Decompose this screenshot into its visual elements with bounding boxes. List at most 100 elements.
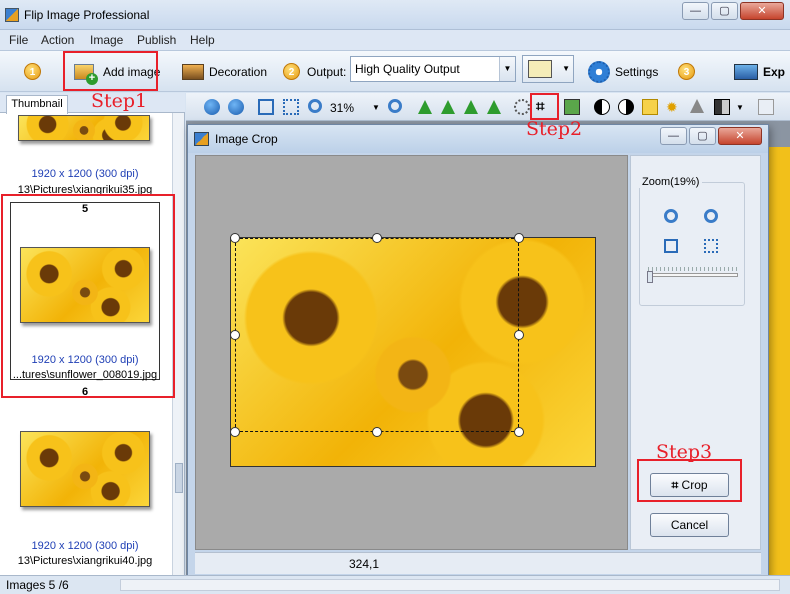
menu-publish[interactable]: Publish — [137, 33, 176, 47]
thumbnail-info: 1920 x 1200 (300 dpi) — [31, 540, 139, 552]
workspace-image-edge — [769, 147, 790, 575]
brightness-icon[interactable] — [642, 99, 658, 115]
zoom-out-icon[interactable] — [704, 209, 718, 223]
window-title: Flip Image Professional — [24, 8, 150, 22]
step1-label: Step1 — [91, 90, 148, 112]
gamma-icon[interactable] — [690, 99, 704, 113]
zoom-value[interactable]: 31% — [330, 101, 354, 115]
decoration-icon — [182, 64, 204, 80]
fit-window-icon[interactable] — [258, 99, 274, 115]
horizontal-scrollbar[interactable] — [120, 579, 780, 591]
thumbnail-image-4[interactable] — [18, 115, 150, 141]
crop-handle-left[interactable] — [230, 330, 240, 340]
menu-action[interactable]: Action — [41, 33, 74, 47]
decoration-label: Decoration — [209, 65, 268, 79]
menu-help[interactable]: Help — [190, 33, 215, 47]
thumbnail-info: 1920 x 1200 (300 dpi) — [31, 168, 139, 180]
chevron-down-icon: ▼ — [562, 64, 570, 73]
settings-label: Settings — [615, 65, 659, 79]
dialog-close-button[interactable]: ✕ — [718, 127, 762, 145]
zoom-slider-ticks — [648, 267, 738, 271]
maximize-button[interactable]: ▢ — [711, 2, 738, 20]
export-label: Exp — [763, 65, 786, 79]
chevron-down-icon: ▼ — [499, 57, 515, 81]
resize-icon[interactable] — [564, 99, 580, 115]
chevron-down-icon[interactable]: ▼ — [736, 103, 752, 119]
step-badge-3: 3 — [678, 63, 695, 80]
title-bar: Flip Image Professional — ▢ ✕ — [0, 0, 790, 30]
gear-icon — [588, 61, 610, 83]
actual-size-icon[interactable] — [704, 239, 718, 253]
crop-handle-top[interactable] — [372, 233, 382, 243]
first-image-icon[interactable] — [204, 99, 220, 115]
output-select[interactable]: High Quality Output ▼ — [350, 56, 516, 82]
thumbnail-image-6[interactable] — [20, 431, 150, 507]
mirror-down-icon[interactable] — [487, 100, 501, 114]
cursor-coordinates: 324,1 — [349, 557, 380, 571]
thumbnail-path: 13\Pictures\xiangrikui40.jpg — [17, 555, 153, 567]
last-image-icon[interactable] — [228, 99, 244, 115]
crop-handle-bottom-right[interactable] — [514, 427, 524, 437]
tab-thumbnail[interactable]: Thumbnail — [6, 95, 68, 114]
output-label: Output: — [307, 65, 347, 79]
zoom-out-icon[interactable] — [388, 99, 402, 113]
zoom-label: Zoom(19%) — [639, 176, 703, 188]
step1-highlight — [63, 51, 158, 91]
background-color-picker[interactable]: ▼ — [522, 55, 574, 83]
crop-handle-top-left[interactable] — [230, 233, 240, 243]
cancel-button[interactable]: Cancel — [650, 513, 729, 537]
step3-highlight — [637, 459, 742, 502]
zoom-in-icon[interactable] — [664, 209, 678, 223]
menu-file[interactable]: File — [9, 33, 28, 47]
close-button[interactable]: ✕ — [740, 2, 784, 20]
crop-selection-rect[interactable] — [235, 238, 519, 432]
settings-button[interactable]: Settings — [588, 60, 658, 84]
output-select-value: High Quality Output — [355, 62, 460, 76]
contrast-icon[interactable] — [594, 99, 610, 115]
sharpen-icon[interactable]: ✹ — [666, 99, 682, 115]
actual-size-icon[interactable] — [283, 99, 299, 115]
rotate-icon[interactable] — [514, 99, 530, 115]
crop-handle-top-right[interactable] — [514, 233, 524, 243]
image-count: Images 5 /6 — [6, 578, 69, 592]
image-tool-strip: 31% ▼ ⌗ ✹ ▼ — [186, 93, 790, 121]
zoom-slider-thumb[interactable] — [647, 271, 653, 283]
crop-handle-bottom[interactable] — [372, 427, 382, 437]
grayscale-icon[interactable] — [714, 99, 730, 115]
dialog-title: Image Crop — [215, 132, 278, 146]
color-swatch — [528, 60, 552, 78]
app-icon — [194, 132, 209, 146]
crop-handle-bottom-left[interactable] — [230, 427, 240, 437]
menu-bar: File Action Image Publish Help — [0, 30, 790, 50]
dialog-minimize-button[interactable]: — — [660, 127, 687, 145]
fit-window-icon[interactable] — [664, 239, 678, 253]
mirror-up-icon[interactable] — [464, 100, 478, 114]
export-button[interactable]: Exp — [734, 60, 785, 84]
invert-icon[interactable] — [618, 99, 634, 115]
zoom-group — [639, 182, 745, 306]
scrollbar-thumb[interactable] — [175, 463, 183, 493]
thumbnail-selection-highlight — [1, 194, 175, 398]
crop-canvas — [195, 155, 628, 550]
minimize-button[interactable]: — — [682, 2, 709, 20]
app-icon — [5, 8, 19, 22]
flip-horizontal-icon[interactable] — [441, 100, 455, 114]
step-badge-2: 2 — [283, 63, 300, 80]
chevron-down-icon[interactable]: ▼ — [372, 103, 388, 119]
status-bar: Images 5 /6 — [0, 575, 790, 594]
zoom-in-icon[interactable] — [308, 99, 322, 113]
dialog-maximize-button[interactable]: ▢ — [689, 127, 716, 145]
dialog-window-controls: — ▢ ✕ — [660, 127, 762, 145]
dialog-title-bar: Image Crop — ▢ ✕ — [188, 125, 768, 153]
reset-icon[interactable] — [758, 99, 774, 115]
menu-image[interactable]: Image — [90, 33, 123, 47]
step2-highlight — [530, 93, 559, 120]
step2-label: Step2 — [526, 118, 583, 140]
window-controls: — ▢ ✕ — [682, 2, 784, 20]
decoration-button[interactable]: Decoration — [182, 60, 267, 84]
crop-handle-right[interactable] — [514, 330, 524, 340]
step-badge-1: 1 — [24, 63, 41, 80]
zoom-slider[interactable] — [648, 273, 738, 277]
export-icon — [734, 64, 758, 80]
flip-vertical-icon[interactable] — [418, 100, 432, 114]
